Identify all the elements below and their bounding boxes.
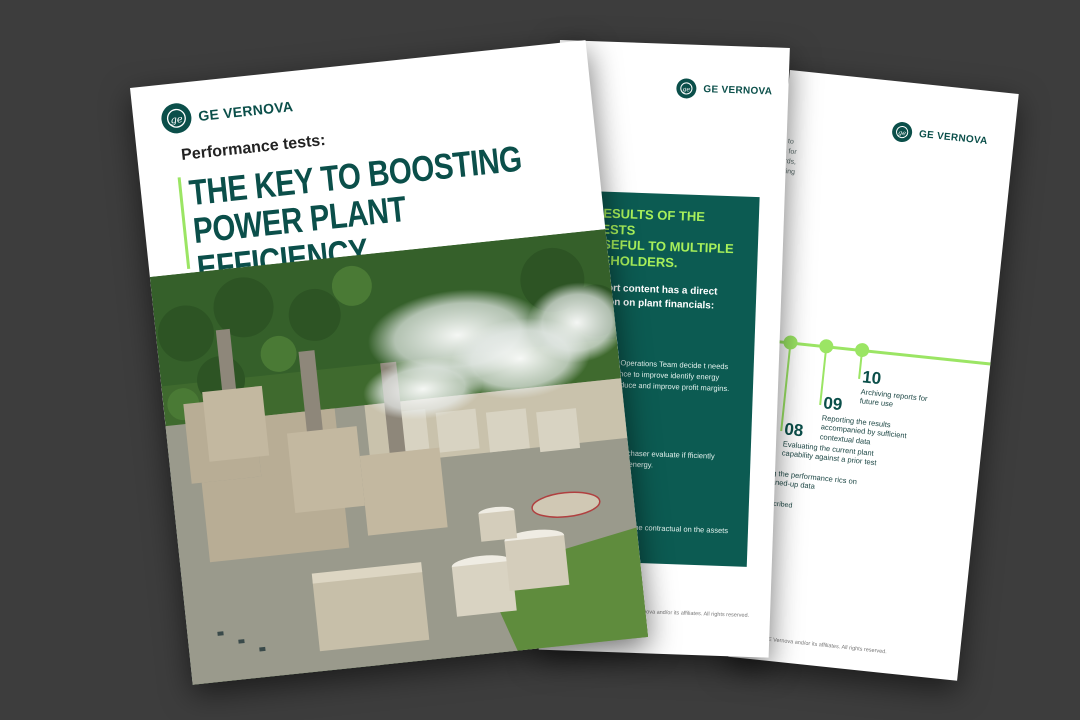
svg-text:ge: ge bbox=[898, 129, 907, 137]
brand-logo: ge GE VERNOVA bbox=[891, 121, 989, 151]
brochure-cover-page: ge GE VERNOVA Performance tests: THE KEY… bbox=[130, 40, 649, 685]
step-number: 09 bbox=[822, 393, 844, 415]
ge-monogram-icon: ge bbox=[159, 101, 193, 135]
ge-monogram-icon: ge bbox=[676, 78, 697, 99]
step-number: 10 bbox=[861, 367, 883, 389]
ge-monogram-icon: ge bbox=[891, 121, 914, 144]
power-plant-photo bbox=[149, 229, 649, 685]
panel-heading: RESULTS OF THE TESTS USEFUL TO MULTIPLE … bbox=[592, 205, 744, 273]
svg-text:ge: ge bbox=[170, 114, 183, 126]
step-number: 08 bbox=[783, 419, 805, 441]
brand-name: GE VERNOVA bbox=[197, 98, 294, 124]
svg-text:ge: ge bbox=[682, 86, 690, 93]
brand-logo: ge GE VERNOVA bbox=[159, 91, 295, 135]
brand-name: GE VERNOVA bbox=[703, 83, 773, 97]
panel-heading-line: RESULTS OF THE TESTS bbox=[593, 205, 706, 238]
timeline-stem bbox=[780, 341, 792, 432]
brand-name: GE VERNOVA bbox=[918, 128, 989, 147]
brand-logo: ge GE VERNOVA bbox=[676, 78, 773, 101]
step-text: Archiving reports for future use bbox=[859, 387, 928, 409]
